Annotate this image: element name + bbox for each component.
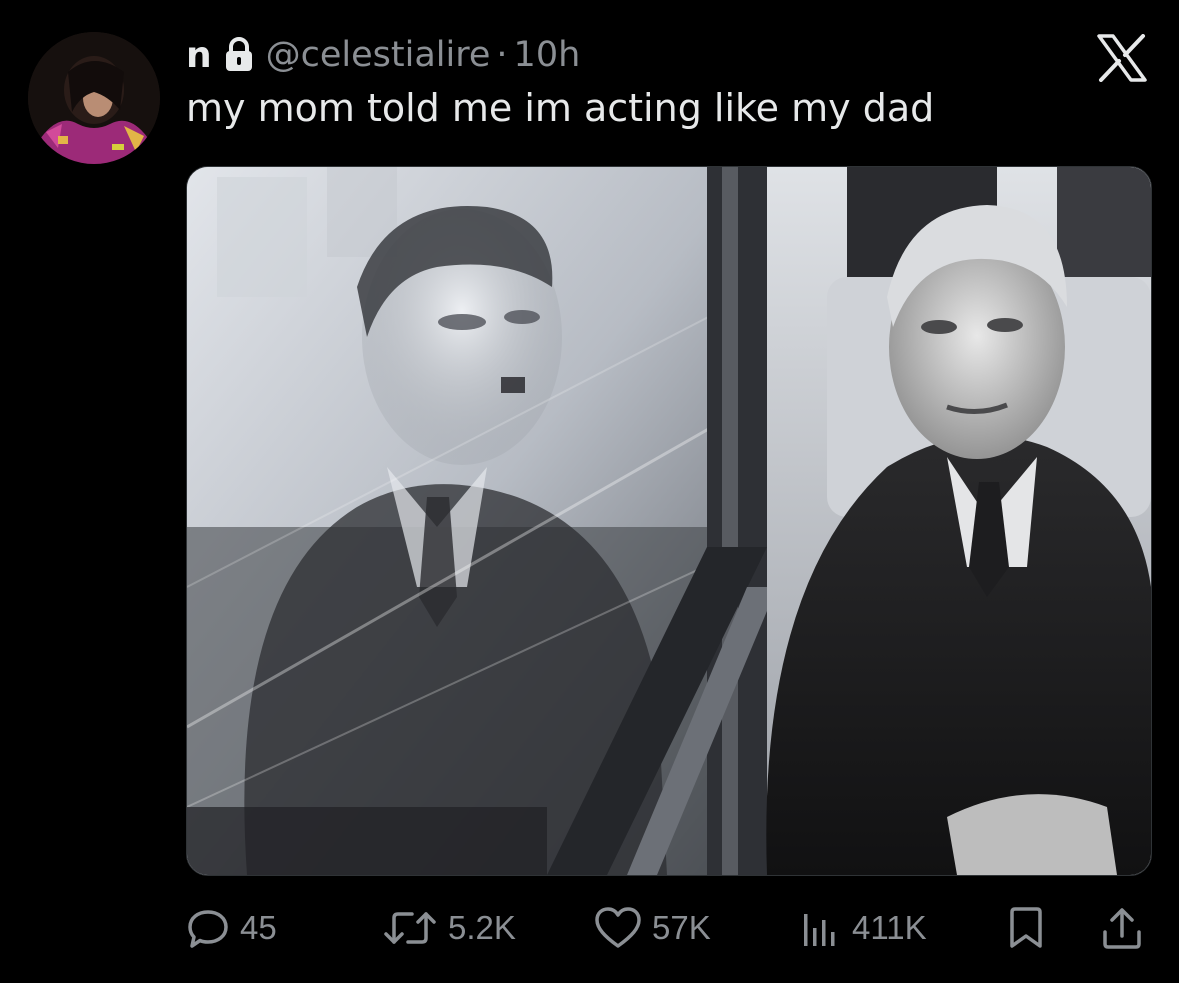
views-count: 411K [852, 909, 927, 946]
timestamp[interactable]: 10h [514, 35, 581, 75]
share-button[interactable] [1100, 898, 1144, 958]
lock-icon [225, 37, 252, 71]
heart-icon [595, 907, 641, 948]
avatar[interactable] [28, 32, 160, 164]
reply-icon [188, 910, 228, 948]
repost-icon [384, 912, 436, 944]
views-button[interactable]: 411K [798, 898, 927, 958]
like-count: 57K [652, 909, 711, 946]
user-handle[interactable]: @celestialire [266, 35, 491, 75]
display-name[interactable]: n [186, 35, 212, 76]
tweet-card: n @celestialire · 10h my mom told me im … [0, 0, 1179, 983]
bookmark-button[interactable] [1006, 898, 1046, 958]
reply-button[interactable]: 45 [186, 898, 277, 958]
bookmark-icon [1010, 907, 1042, 948]
repost-count: 5.2K [448, 909, 516, 946]
separator-dot: · [496, 35, 508, 75]
tweet-media[interactable] [186, 166, 1152, 876]
reply-count: 45 [240, 909, 277, 946]
views-icon [804, 914, 835, 946]
share-icon [1103, 908, 1141, 949]
avatar-image [28, 32, 160, 164]
repost-button[interactable]: 5.2K [382, 898, 516, 958]
media-photo [187, 167, 1151, 875]
tweet-text: my mom told me im acting like my dad [186, 86, 935, 130]
tweet-actions: 45 5.2K 57K 411K [186, 898, 1150, 958]
x-logo-icon[interactable] [1097, 34, 1147, 82]
like-button[interactable]: 57K [594, 898, 711, 958]
tweet-header: n @celestialire · 10h [186, 30, 580, 80]
